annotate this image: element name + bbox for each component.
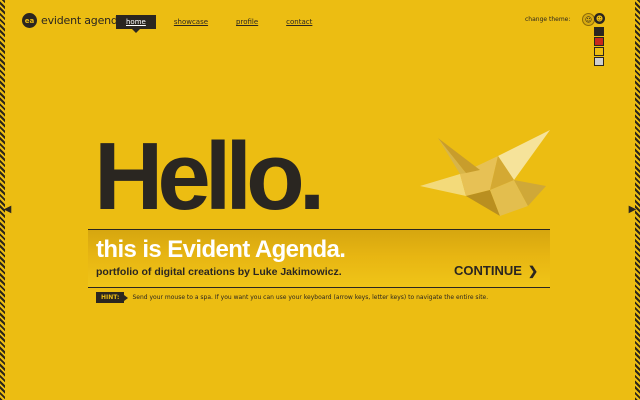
chevron-right-icon: ❯ [527,263,538,278]
hint-text: Send your mouse to a spa. If you want yo… [132,294,489,301]
next-arrow-icon[interactable]: ▶ [628,204,637,216]
continue-label: CONTINUE [454,263,522,278]
swatch-red[interactable] [594,37,604,46]
swatch-grey[interactable] [594,57,604,66]
hint-bar: HINT: Send your mouse to a spa. If you w… [96,292,488,303]
site-logo[interactable]: ea evident agenda [22,13,124,28]
right-stripe [635,0,640,400]
nav-item-profile[interactable]: profile [226,15,268,29]
hero-heading: Hello. [94,123,325,230]
origami-crane-icon [420,130,550,216]
logo-text: evident agenda [41,14,125,27]
dark-theme-icon[interactable]: ☻ [594,13,605,24]
intro-banner: this is Evident Agenda. portfolio of dig… [88,229,550,288]
banner-subtitle: portfolio of digital creations by Luke J… [96,266,342,278]
banner-title: this is Evident Agenda. [96,236,346,263]
nav-item-contact[interactable]: contact [276,15,322,29]
nav-item-home[interactable]: home [116,15,156,33]
prev-arrow-icon[interactable]: ◀ [3,204,12,216]
nav-item-showcase[interactable]: showcase [164,15,218,29]
light-theme-icon[interactable]: ☺ [582,13,595,26]
left-stripe [0,0,5,400]
change-theme-label: change theme: [525,16,571,23]
continue-button[interactable]: CONTINUE ❯ [454,263,538,278]
main-nav: home showcase profile contact [116,15,330,33]
logo-badge: ea [22,13,37,28]
swatch-yellow[interactable] [594,47,604,56]
hint-tag: HINT: [96,292,129,303]
swatch-dark[interactable] [594,27,604,36]
theme-swatches [594,27,604,67]
